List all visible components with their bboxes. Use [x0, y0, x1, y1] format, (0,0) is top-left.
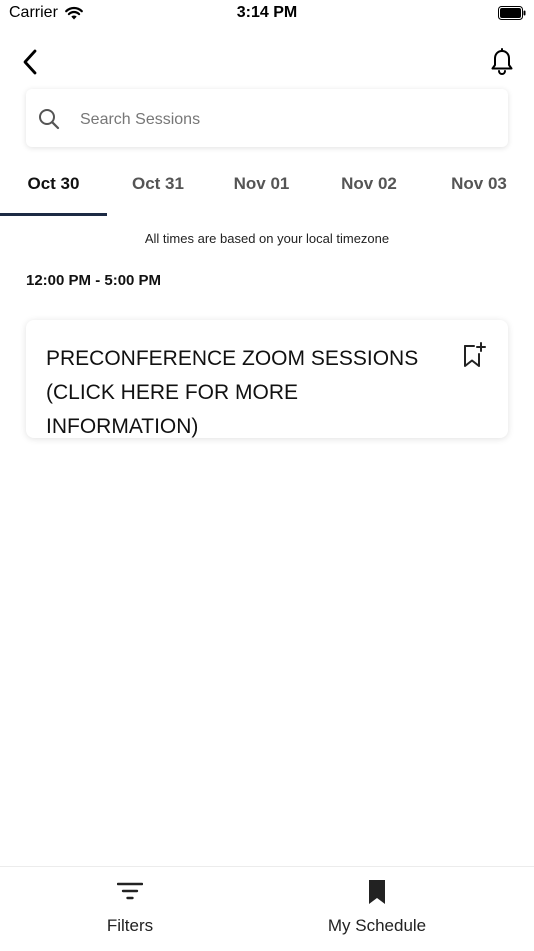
status-time: 3:14 PM	[236, 4, 298, 21]
status-bar: Carrier 3:14 PM	[0, 0, 534, 30]
battery-icon	[498, 6, 526, 20]
filters-button[interactable]: Filters	[30, 867, 230, 951]
session-card[interactable]: PRECONFERENCE ZOOM SESSIONS (CLICK HERE …	[26, 320, 508, 438]
bell-icon	[491, 48, 513, 75]
filters-label: Filters	[106, 916, 154, 935]
search-input[interactable]	[78, 105, 492, 135]
bottom-tab-bar: Filters My Schedule	[0, 866, 534, 951]
search-icon	[39, 109, 60, 130]
notifications-button[interactable]	[486, 46, 518, 78]
search-bar[interactable]	[26, 89, 508, 147]
date-tabs: Oct 30 Oct 31 Nov 01 Nov 02 Nov 03	[0, 162, 534, 218]
bookmark-plus-icon[interactable]	[462, 342, 486, 368]
tab-oct-30[interactable]: Oct 30	[0, 162, 107, 216]
session-title: PRECONFERENCE ZOOM SESSIONS (CLICK HERE …	[46, 347, 419, 438]
my-schedule-icon-wrap	[277, 879, 477, 907]
tab-oct-31[interactable]: Oct 31	[107, 162, 209, 216]
filters-icon-wrap	[30, 879, 230, 907]
bookmark-icon	[369, 880, 385, 904]
my-schedule-label: My Schedule	[327, 916, 427, 935]
chevron-left-icon	[23, 49, 37, 75]
tab-nov-01[interactable]: Nov 01	[209, 162, 314, 216]
back-button[interactable]	[14, 46, 46, 78]
active-tab-indicator	[0, 213, 107, 216]
filter-icon	[117, 882, 143, 900]
time-range-heading: 12:00 PM - 5:00 PM	[26, 272, 162, 289]
tab-nov-03[interactable]: Nov 03	[424, 162, 534, 216]
tab-nov-02[interactable]: Nov 02	[314, 162, 424, 216]
timezone-note: All times are based on your local timezo…	[144, 231, 390, 246]
my-schedule-button[interactable]: My Schedule	[277, 867, 477, 951]
